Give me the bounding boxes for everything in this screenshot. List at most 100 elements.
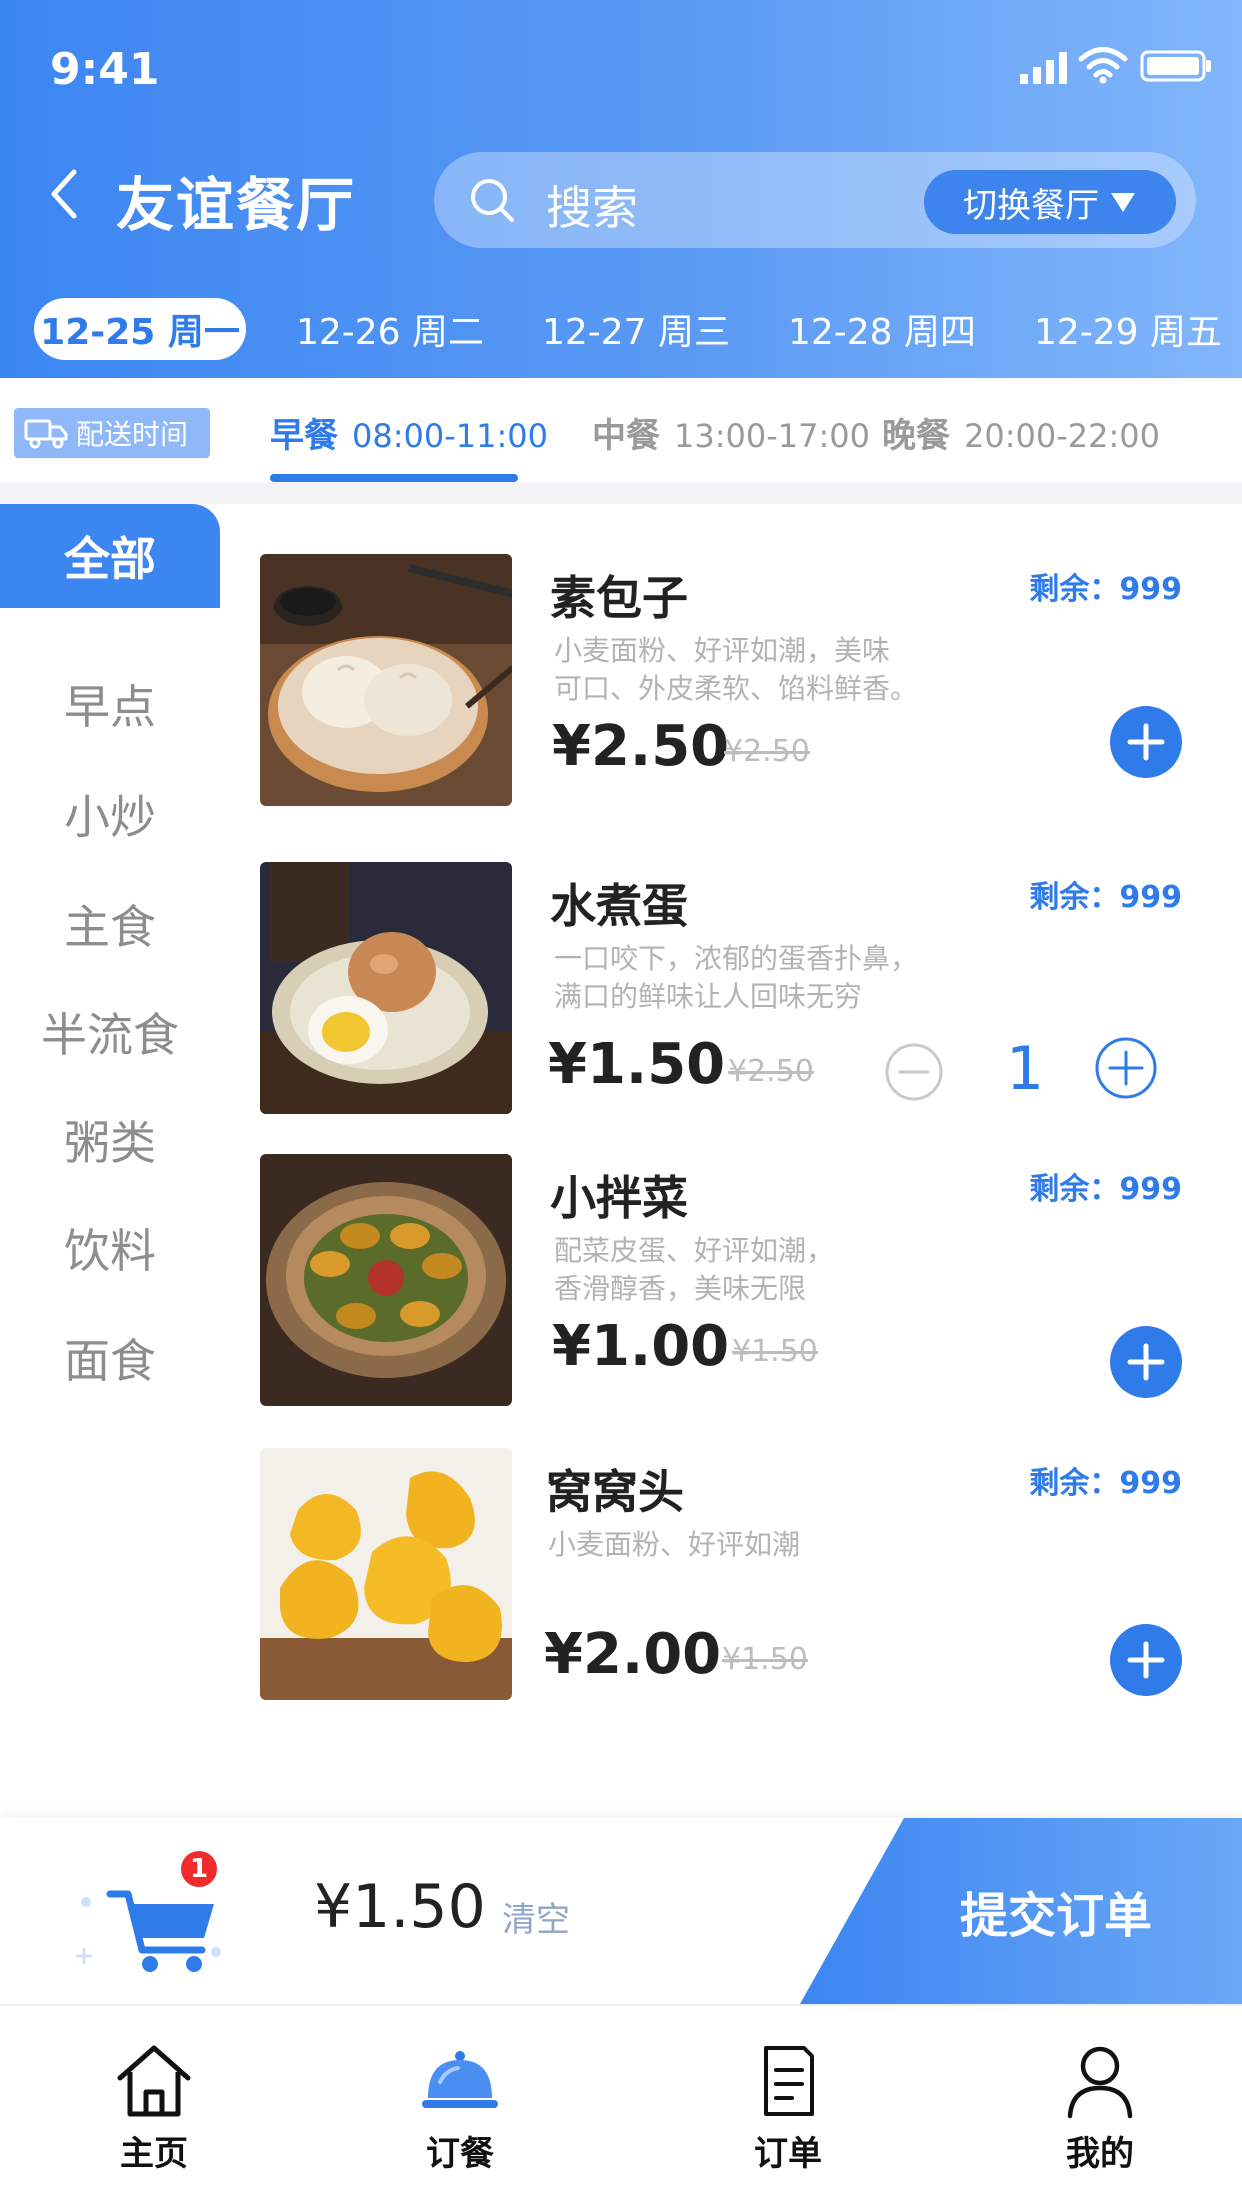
category-staples[interactable]: 主食 <box>0 872 220 976</box>
cloche-icon <box>422 2051 498 2108</box>
header: 9:41 友谊餐厅 搜索 切换餐厅 12-25 周一 12-26 周二 12-2… <box>0 0 1242 378</box>
date-tab[interactable]: 12-25 周一 <box>34 298 246 360</box>
tab-label: 主页 <box>120 2134 188 2174</box>
food-name: 素包子 <box>550 571 688 625</box>
food-description-line: 满口的鲜味让人回味无穷 <box>554 980 863 1013</box>
submit-order-button[interactable]: 提交订单 <box>800 1818 1242 2004</box>
increase-quantity-button[interactable] <box>1094 1036 1158 1100</box>
cart-count-badge: 1 <box>178 1848 220 1890</box>
date-tab[interactable]: 12-26 周二 <box>290 298 490 360</box>
steamed-buns-image <box>260 554 512 806</box>
back-icon[interactable] <box>44 166 84 222</box>
search-bar[interactable]: 搜索 切换餐厅 <box>434 152 1196 248</box>
decrease-quantity-button[interactable] <box>884 1042 944 1102</box>
food-item: 小拌菜 剩余：999 配菜皮蛋、好评如潮， 香滑醇香，美味无限 ¥1.00 ¥1… <box>260 1154 1220 1406</box>
document-icon <box>764 2046 814 2116</box>
meal-tab-breakfast[interactable]: 早餐 08:00-11:00 <box>270 408 548 457</box>
category-all[interactable]: 全部 <box>0 504 220 608</box>
price: ¥1.00 <box>552 1314 730 1379</box>
plus-icon <box>1127 723 1165 761</box>
dropdown-triangle-icon <box>1111 193 1135 212</box>
category-sidebar: 全部 早点 小炒 主食 半流食 粥类 饮料 面食 <box>0 504 222 1814</box>
switch-restaurant-button[interactable]: 切换餐厅 <box>924 170 1176 234</box>
food-photo-steamed-buns[interactable] <box>260 554 512 806</box>
stock-label: 剩余：999 <box>1029 572 1182 607</box>
food-item: 素包子 剩余：999 小麦面粉、好评如潮，美味 可口、外皮柔软、馅料鲜香。 ¥2… <box>260 554 1220 806</box>
bottom-tab-bar: 主页 订餐 订单 我的 <box>0 2004 1242 2208</box>
add-to-cart-button[interactable] <box>1110 706 1182 778</box>
stock-label: 剩余：999 <box>1029 880 1182 915</box>
minus-circle-icon <box>885 1043 943 1101</box>
original-price: ¥2.50 <box>724 734 810 769</box>
delivery-time-label: 配送时间 <box>76 418 189 451</box>
submit-order-label: 提交订单 <box>959 1888 1152 1944</box>
category-noodles[interactable]: 面食 <box>0 1306 220 1410</box>
meal-tab-dinner[interactable]: 晚餐 20:00-22:00 <box>882 408 1160 457</box>
search-placeholder[interactable]: 搜索 <box>546 172 638 238</box>
category-semi-liquid[interactable]: 半流食 <box>0 980 220 1084</box>
date-tab[interactable]: 12-27 周三 <box>536 298 736 360</box>
food-photo-century-egg-salad[interactable] <box>260 1154 512 1406</box>
signal-icon <box>1020 52 1067 84</box>
meal-tab-lunch[interactable]: 中餐 13:00-17:00 <box>592 408 870 457</box>
meal-tab-name: 早餐 <box>270 416 338 456</box>
price: ¥2.00 <box>544 1622 722 1687</box>
delivery-truck-icon <box>24 419 68 449</box>
date-tab[interactable]: 12-28 周四 <box>782 298 982 360</box>
meal-tab-time: 20:00-22:00 <box>964 417 1160 455</box>
price: ¥2.50 <box>552 714 730 779</box>
page-title: 友谊餐厅 <box>116 171 357 239</box>
original-price: ¥2.50 <box>728 1054 814 1089</box>
category-porridge[interactable]: 粥类 <box>0 1088 220 1192</box>
food-description-line: 配菜皮蛋、好评如潮， <box>554 1234 835 1267</box>
switch-restaurant-label: 切换餐厅 <box>963 185 1099 226</box>
category-drinks[interactable]: 饮料 <box>0 1196 220 1300</box>
cornbread-buns-image <box>260 1448 512 1700</box>
food-photo-boiled-eggs[interactable] <box>260 862 512 1114</box>
delivery-time-badge: 配送时间 <box>14 408 210 458</box>
category-breakfast-snacks[interactable]: 早点 <box>0 652 220 756</box>
wifi-icon <box>1078 47 1128 84</box>
home-icon <box>117 2045 191 2117</box>
add-to-cart-button[interactable] <box>1110 1624 1182 1696</box>
clear-cart-button[interactable]: 清空 <box>502 1892 570 1941</box>
food-description: 一口咬下，浓郁的蛋香扑鼻， 满口的鲜味让人回味无穷 <box>554 940 974 1016</box>
century-egg-salad-image <box>260 1154 512 1406</box>
category-stir-fry[interactable]: 小炒 <box>0 762 220 866</box>
plus-circle-icon <box>1095 1037 1157 1099</box>
food-description-line: 可口、外皮柔软、馅料鲜香。 <box>554 672 919 705</box>
search-icon <box>471 179 514 222</box>
food-item: 水煮蛋 剩余：999 一口咬下，浓郁的蛋香扑鼻， 满口的鲜味让人回味无穷 ¥1.… <box>260 862 1220 1114</box>
food-name: 小拌菜 <box>550 1171 688 1225</box>
quantity-value: 1 <box>1006 1034 1045 1104</box>
food-photo-cornbread-buns[interactable] <box>260 1448 512 1700</box>
meal-tab-time: 13:00-17:00 <box>674 417 870 455</box>
stock-label: 剩余：999 <box>1029 1466 1182 1501</box>
food-description-line: 小麦面粉、好评如潮，美味 <box>554 634 891 667</box>
tab-orders[interactable]: 订单 <box>708 2042 868 2182</box>
cart-bar: 1 ¥1.50 清空 提交订单 <box>0 1818 1242 2004</box>
plus-icon <box>1127 1343 1165 1381</box>
food-description-line: 小麦面粉、好评如潮 <box>548 1528 801 1561</box>
tab-profile[interactable]: 我的 <box>1020 2042 1180 2182</box>
add-to-cart-button[interactable] <box>1110 1326 1182 1398</box>
date-tabs: 12-25 周一 12-26 周二 12-27 周三 12-28 周四 12-2… <box>0 298 1242 364</box>
tab-label: 我的 <box>1066 2134 1134 2174</box>
food-description: 小麦面粉、好评如潮，美味 可口、外皮柔软、馅料鲜香。 <box>554 632 974 708</box>
status-bar: 9:41 <box>0 0 1242 140</box>
boiled-eggs-image <box>260 862 512 1114</box>
tab-label: 订餐 <box>426 2134 494 2174</box>
tab-label: 订单 <box>754 2134 822 2174</box>
food-description-line: 香滑醇香，美味无限 <box>554 1272 807 1305</box>
meal-tab-name: 晚餐 <box>882 416 950 456</box>
date-tab[interactable]: 12-29 周五 <box>1028 298 1228 360</box>
battery-icon <box>1140 50 1211 82</box>
tab-home[interactable]: 主页 <box>74 2042 234 2182</box>
price: ¥1.50 <box>548 1032 726 1097</box>
tab-order-food[interactable]: 订餐 <box>380 2042 540 2182</box>
food-item: 窝窝头 剩余：999 小麦面粉、好评如潮 ¥2.00 ¥1.50 <box>260 1448 1220 1700</box>
original-price: ¥1.50 <box>732 1334 818 1369</box>
food-name: 水煮蛋 <box>550 879 688 933</box>
plus-icon <box>1127 1641 1165 1679</box>
status-time: 9:41 <box>50 44 160 95</box>
